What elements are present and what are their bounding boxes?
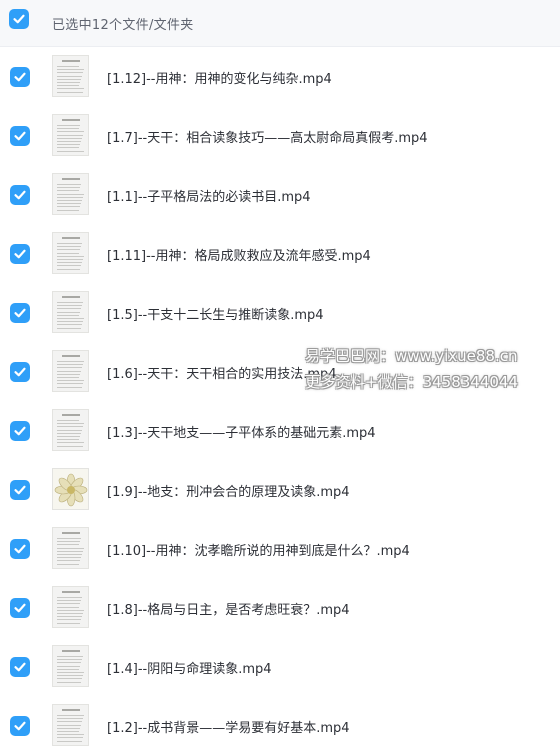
document-thumbnail-icon [52,173,89,215]
watermark: 易学巴巴网：www.yixue88.cn 更多资料+微信：3458344044 [305,343,555,395]
file-row[interactable]: [1.11]--用神：格局成败救应及流年感受.mp4 [0,224,560,283]
document-thumbnail-icon [52,55,89,97]
check-icon [14,249,26,259]
selection-header: 已选中12个文件/文件夹 [0,0,560,47]
file-checkbox[interactable] [10,244,30,264]
file-checkbox[interactable] [10,67,30,87]
file-row[interactable]: [1.1]--子平格局法的必读书目.mp4 [0,165,560,224]
flower-thumbnail-icon [52,468,89,510]
file-name: [1.3]--天干地支——子平体系的基础元素.mp4 [107,426,376,441]
file-name: [1.9]--地支：刑冲会合的原理及读象.mp4 [107,485,350,500]
file-checkbox[interactable] [10,303,30,323]
check-icon [14,72,26,82]
selection-count-title: 已选中12个文件/文件夹 [52,18,194,33]
check-icon [14,485,26,495]
file-row[interactable]: [1.10]--用神：沈孝瞻所说的用神到底是什么？.mp4 [0,519,560,578]
document-thumbnail-icon [52,527,89,569]
file-name: [1.12]--用神：用神的变化与纯杂.mp4 [107,72,332,87]
file-checkbox[interactable] [10,480,30,500]
document-thumbnail-icon [52,114,89,156]
document-thumbnail-icon [52,586,89,628]
file-name: [1.10]--用神：沈孝瞻所说的用神到底是什么？.mp4 [107,544,410,559]
file-name: [1.8]--格局与日主，是否考虑旺衰？.mp4 [107,603,350,618]
file-row[interactable]: [1.2]--成书背景——学易要有好基本.mp4 [0,696,560,755]
document-thumbnail-icon [52,645,89,687]
check-icon [13,14,25,24]
document-thumbnail-icon [52,350,89,392]
file-checkbox[interactable] [10,362,30,382]
check-icon [14,544,26,554]
file-row[interactable]: [1.7]--天干：相合读象技巧——高太尉命局真假考.mp4 [0,106,560,165]
file-row[interactable]: [1.5]--干支十二长生与推断读象.mp4 [0,283,560,342]
file-name: [1.5]--干支十二长生与推断读象.mp4 [107,308,324,323]
file-checkbox[interactable] [10,716,30,736]
check-icon [14,426,26,436]
document-thumbnail-icon [52,291,89,333]
file-row[interactable]: [1.12]--用神：用神的变化与纯杂.mp4 [0,47,560,106]
document-thumbnail-icon [52,409,89,451]
file-row[interactable]: [1.8]--格局与日主，是否考虑旺衰？.mp4 [0,578,560,637]
file-name: [1.11]--用神：格局成败救应及流年感受.mp4 [107,249,371,264]
watermark-line-1: 易学巴巴网：www.yixue88.cn [305,347,518,365]
document-thumbnail-icon [52,704,89,746]
file-checkbox[interactable] [10,421,30,441]
file-name: [1.6]--天干：天干相合的实用技法.mp4 [107,367,337,382]
check-icon [14,603,26,613]
file-name: [1.1]--子平格局法的必读书目.mp4 [107,190,311,205]
file-name: [1.7]--天干：相合读象技巧——高太尉命局真假考.mp4 [107,131,428,146]
check-icon [14,721,26,731]
file-checkbox[interactable] [10,657,30,677]
file-row[interactable]: [1.3]--天干地支——子平体系的基础元素.mp4 [0,401,560,460]
check-icon [14,308,26,318]
file-checkbox[interactable] [10,185,30,205]
file-checkbox[interactable] [10,539,30,559]
file-checkbox[interactable] [10,126,30,146]
file-checkbox[interactable] [10,598,30,618]
file-row[interactable]: [1.4]--阴阳与命理读象.mp4 [0,637,560,696]
select-all-checkbox[interactable] [9,9,29,29]
file-name: [1.2]--成书背景——学易要有好基本.mp4 [107,721,350,736]
check-icon [14,367,26,377]
watermark-line-2: 更多资料+微信：3458344044 [305,373,519,391]
document-thumbnail-icon [52,232,89,274]
file-name: [1.4]--阴阳与命理读象.mp4 [107,662,272,677]
check-icon [14,662,26,672]
file-row[interactable]: [1.9]--地支：刑冲会合的原理及读象.mp4 [0,460,560,519]
check-icon [14,190,26,200]
check-icon [14,131,26,141]
